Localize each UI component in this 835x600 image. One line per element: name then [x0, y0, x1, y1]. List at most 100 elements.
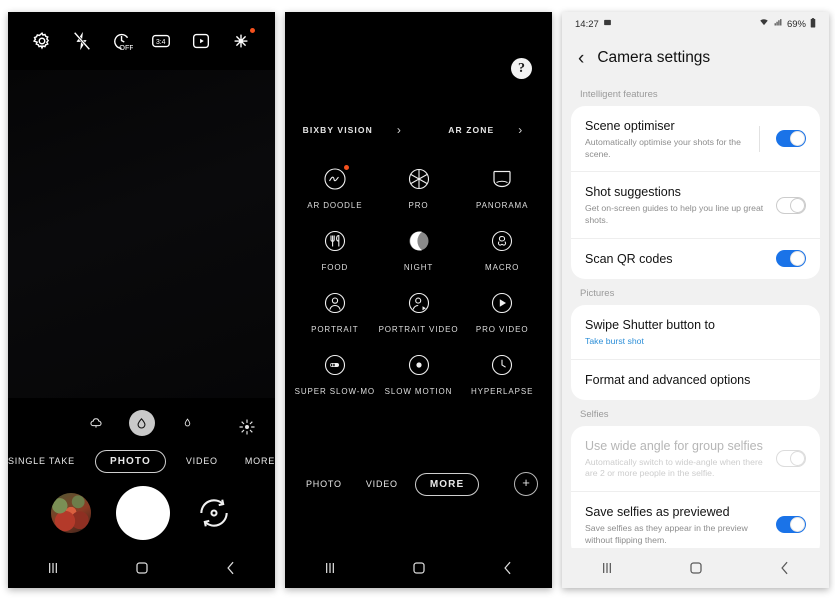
gallery-thumbnail[interactable] — [50, 493, 91, 533]
camera-preview-area[interactable] — [8, 70, 275, 398]
mode-portrait[interactable]: PORTRAIT — [293, 288, 377, 334]
setting-row-scan-qr-codes[interactable]: Scan QR codes — [571, 237, 820, 279]
recents-button[interactable] — [43, 558, 63, 578]
recents-button[interactable] — [597, 558, 617, 578]
scan-qr-codes-toggle[interactable] — [776, 250, 806, 268]
setting-text: Scene optimiser Automatically optimise y… — [585, 117, 751, 160]
aspect-ratio-icon[interactable]: 3:4 — [150, 30, 172, 52]
mode-food[interactable]: FOOD — [293, 226, 377, 272]
ar-zone-shortcut[interactable]: AR ZONE › — [419, 124, 553, 136]
mode-label: NIGHT — [403, 263, 434, 272]
home-button[interactable] — [686, 558, 706, 578]
hyperlapse-icon — [487, 350, 517, 380]
android-nav-bar — [8, 548, 275, 588]
back-arrow-icon[interactable]: ‹ — [578, 49, 584, 68]
mode-label: SUPER SLOW-MO — [294, 387, 376, 396]
setting-subtitle: Automatically optimise your shots for th… — [585, 137, 741, 159]
ar-doodle-icon — [320, 164, 350, 194]
wide-angle-group-selfies-toggle[interactable] — [776, 449, 806, 467]
mode-label: PANORAMA — [475, 201, 529, 210]
recents-button[interactable] — [320, 558, 340, 578]
switch-camera-button[interactable] — [195, 494, 233, 532]
mode-pro[interactable]: PRO — [377, 164, 461, 210]
setting-row-scene-optimiser[interactable]: Scene optimiser Automatically optimise y… — [571, 106, 820, 171]
mode-pro-video[interactable]: PRO VIDEO — [460, 288, 544, 334]
timer-off-icon[interactable]: OFF — [111, 30, 133, 52]
bixby-vision-shortcut[interactable]: BIXBY VISION › — [285, 124, 419, 136]
settings-gear-icon[interactable] — [31, 30, 53, 52]
back-button[interactable] — [775, 558, 795, 578]
home-button[interactable] — [132, 558, 152, 578]
mode-tab-video[interactable]: VIDEO — [179, 451, 225, 471]
filters-icon[interactable] — [230, 28, 256, 52]
svg-text:3:4: 3:4 — [156, 39, 166, 46]
mode-label: PORTRAIT VIDEO — [378, 325, 459, 334]
row-divider — [759, 125, 760, 152]
mode-hyperlapse[interactable]: HYPERLAPSE — [460, 350, 544, 396]
beauty-effects-icon[interactable] — [237, 417, 257, 437]
shutter-button[interactable] — [115, 486, 170, 540]
setting-row-wide-angle-group-selfies[interactable]: Use wide angle for group selfies Automat… — [571, 426, 820, 491]
camera-viewfinder-panel: OFF 3:4 SINGLE TAKE PHOTO VIDEO MORE — [8, 12, 275, 588]
pro-icon — [404, 164, 434, 194]
back-button[interactable] — [498, 558, 518, 578]
signal-icon — [773, 18, 783, 30]
modes-grid: AR DOODLE PRO PANORAMA FOOD NIGHT MACRO … — [285, 164, 552, 412]
food-icon — [320, 226, 350, 256]
setting-row-shot-suggestions[interactable]: Shot suggestions Get on-screen guides to… — [571, 171, 820, 237]
scene-optimiser-toggle[interactable] — [776, 130, 806, 148]
camera-top-toolbar: OFF 3:4 — [8, 12, 275, 70]
mode-tab-photo[interactable]: PHOTO — [299, 474, 349, 494]
section-header-intelligent-features: Intelligent features — [580, 89, 658, 100]
setting-text: Scan QR codes — [585, 250, 768, 268]
shot-suggestions-toggle[interactable] — [776, 196, 806, 214]
status-time: 14:27 — [575, 18, 599, 30]
mode-tab-single-take[interactable]: SINGLE TAKE — [8, 451, 82, 471]
mode-tab-photo[interactable]: PHOTO — [94, 449, 166, 473]
setting-text: Save selfies as previewed Save selfies a… — [585, 503, 768, 546]
zoom-ultrawide-button[interactable] — [83, 410, 109, 436]
setting-text: Shot suggestions Get on-screen guides to… — [585, 183, 768, 226]
add-mode-button[interactable]: + — [514, 472, 538, 496]
mode-night[interactable]: NIGHT — [377, 226, 461, 272]
slow-motion-icon — [404, 350, 434, 380]
wifi-icon — [759, 18, 769, 30]
save-selfies-toggle[interactable] — [776, 516, 806, 534]
mode-tab-more[interactable]: MORE — [238, 451, 275, 471]
mode-tab-more[interactable]: MORE — [414, 472, 480, 496]
flash-off-icon[interactable] — [71, 30, 93, 52]
mode-slow-motion[interactable]: SLOW MOTION — [377, 350, 461, 396]
mode-panorama[interactable]: PANORAMA — [460, 164, 544, 210]
zoom-wide-button[interactable] — [128, 410, 155, 436]
mode-label: AR DOODLE — [307, 201, 363, 210]
zoom-tele-button[interactable] — [175, 410, 201, 436]
mode-tab-video[interactable]: VIDEO — [359, 474, 405, 494]
screenshot-stage: OFF 3:4 SINGLE TAKE PHOTO VIDEO MORE ? B… — [0, 0, 835, 600]
mode-ar-doodle[interactable]: AR DOODLE — [293, 164, 377, 210]
status-bar: 14:27 69% — [562, 12, 829, 36]
mode-portrait-video[interactable]: PORTRAIT VIDEO — [377, 288, 461, 334]
home-button[interactable] — [409, 558, 429, 578]
setting-title: Shot suggestions — [585, 185, 681, 200]
setting-row-format-advanced[interactable]: Format and advanced options — [571, 358, 820, 400]
setting-title: Scene optimiser — [585, 119, 675, 133]
camera-mode-tabs: PHOTO VIDEO MORE + — [285, 472, 552, 496]
mode-macro[interactable]: MACRO — [460, 226, 544, 272]
setting-subtitle: Get on-screen guides to help you line up… — [585, 203, 764, 226]
zoom-level-selector — [8, 406, 275, 440]
setting-text: Use wide angle for group selfies Automat… — [585, 437, 768, 480]
motion-photo-icon[interactable] — [190, 30, 212, 52]
setting-subtitle: Take burst shot — [585, 335, 644, 346]
super-slow-mo-icon — [320, 350, 350, 380]
setting-title: Swipe Shutter button to — [585, 317, 715, 332]
new-badge-dot — [343, 165, 349, 170]
mode-label: SLOW MOTION — [384, 387, 453, 396]
modes-grid-row: SUPER SLOW-MO SLOW MOTION HYPERLAPSE — [293, 350, 544, 396]
camera-settings-panel: 14:27 69% ‹ Camera settings Intelligent … — [562, 12, 829, 588]
setting-row-swipe-shutter[interactable]: Swipe Shutter button to Take burst shot — [571, 305, 820, 359]
section-header-selfies: Selfies — [580, 408, 609, 420]
mode-super-slow-mo[interactable]: SUPER SLOW-MO — [293, 350, 377, 396]
help-icon[interactable]: ? — [511, 58, 532, 79]
back-button[interactable] — [221, 558, 241, 578]
panorama-icon — [487, 164, 517, 194]
